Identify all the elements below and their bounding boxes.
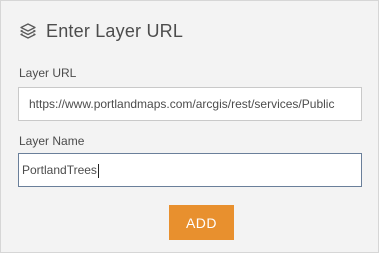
layer-name-value: PortlandTrees (22, 163, 97, 177)
add-layer-panel: Enter Layer URL Layer URL https://www.po… (0, 0, 379, 253)
layer-name-label: Layer Name (19, 134, 85, 148)
add-button[interactable]: ADD (169, 205, 234, 240)
text-cursor (97, 163, 99, 178)
panel-header: Enter Layer URL (18, 19, 183, 43)
layer-url-value: https://www.portlandmaps.com/arcgis/rest… (29, 97, 335, 111)
layer-name-input[interactable]: PortlandTrees (18, 153, 362, 187)
layers-icon (18, 21, 38, 41)
layer-url-label: Layer URL (19, 66, 77, 80)
layer-url-input[interactable]: https://www.portlandmaps.com/arcgis/rest… (18, 87, 362, 121)
panel-title: Enter Layer URL (46, 20, 184, 41)
